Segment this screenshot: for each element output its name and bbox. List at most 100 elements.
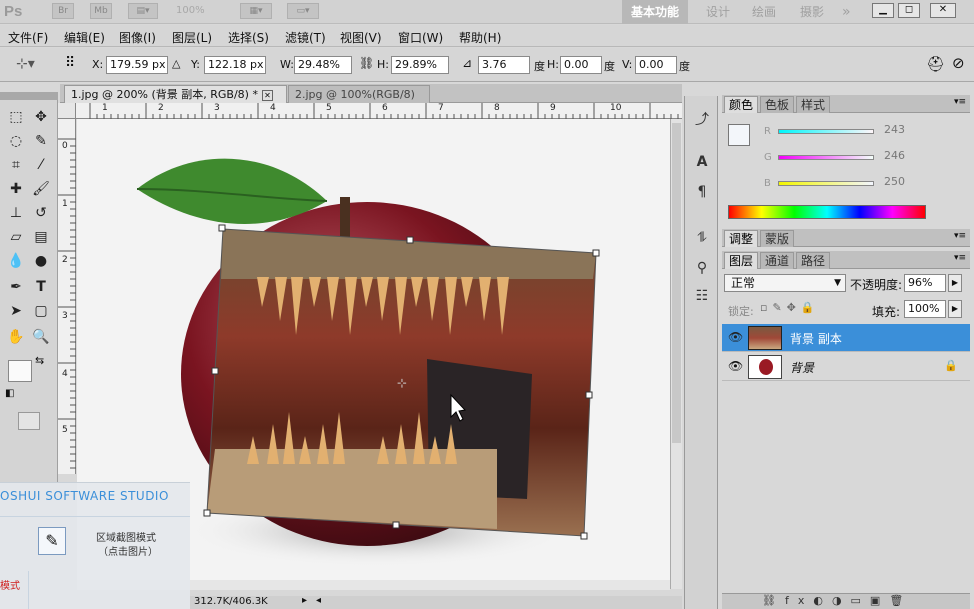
panel-menu-icon[interactable]: ▾≡ <box>954 253 966 263</box>
quick-mask-icon[interactable] <box>18 412 40 430</box>
tab-styles[interactable]: 样式 <box>796 96 831 113</box>
type-tool-icon[interactable]: T <box>30 276 52 298</box>
menu-filter[interactable]: 滤镜(T) <box>285 29 326 46</box>
b-slider[interactable] <box>778 181 874 186</box>
y-input[interactable]: 122.18 px <box>204 56 266 74</box>
menu-view[interactable]: 视图(V) <box>340 29 382 46</box>
character-panel-icon[interactable]: A <box>692 152 712 172</box>
link-icon[interactable]: ⛓ <box>359 56 374 70</box>
g-slider[interactable] <box>778 155 874 160</box>
more-workspaces-icon[interactable]: » <box>842 0 851 24</box>
workspace-painting[interactable]: 绘画 <box>752 0 776 24</box>
close-icon[interactable]: ✕ <box>261 89 273 101</box>
horizontal-ruler[interactable]: 1 2 3 4 5 6 7 8 9 10 <box>76 103 682 119</box>
menu-file[interactable]: 文件(F) <box>8 29 48 46</box>
layer-name[interactable]: 背景 副本 <box>790 330 842 347</box>
tab-layers[interactable]: 图层 <box>724 252 759 269</box>
ruler-origin[interactable] <box>58 103 76 119</box>
eraser-tool-icon[interactable]: ▱ <box>5 226 27 248</box>
crop-tool-icon[interactable]: ⌗ <box>5 154 27 176</box>
gradient-tool-icon[interactable]: ▤ <box>30 226 52 248</box>
opacity-input[interactable]: 96% <box>904 274 946 292</box>
cancel-transform-icon[interactable]: ⊘ <box>952 54 965 72</box>
x-input[interactable]: 179.59 px <box>106 56 168 74</box>
quick-select-tool-icon[interactable]: ✎ <box>30 130 52 152</box>
layer-row-background-copy[interactable]: 👁 背景 副本 <box>722 324 970 352</box>
vskew-input[interactable]: 0.00 <box>635 56 677 74</box>
workspace-photography[interactable]: 摄影 <box>800 0 824 24</box>
region-capture-icon[interactable]: ✎ <box>38 527 66 555</box>
tab-document-2[interactable]: 2.jpg @ 100%(RGB/8)✕ <box>288 85 430 118</box>
lock-icons[interactable]: ▫✎✥🔒 <box>760 301 820 314</box>
opacity-slider-button[interactable]: ▶ <box>948 274 962 292</box>
panel-menu-icon[interactable]: ▾≡ <box>954 97 966 107</box>
transform-tool-icon[interactable]: ⊹▾ <box>16 56 35 72</box>
eye-icon[interactable]: 👁 <box>728 330 743 344</box>
hand-tool-icon[interactable]: ✋ <box>5 326 27 348</box>
vertical-scrollbar[interactable] <box>670 119 682 589</box>
hskew-input[interactable]: 0.00 <box>560 56 602 74</box>
mode-label[interactable]: 模式 <box>0 577 20 592</box>
path-select-tool-icon[interactable]: ➤ <box>5 300 27 322</box>
history-brush-icon[interactable]: ↺ <box>30 202 52 224</box>
menu-image[interactable]: 图像(I) <box>119 29 156 46</box>
screen-mode-icon[interactable]: ▭▾ <box>287 3 319 19</box>
status-menu-icon[interactable]: ▸ <box>302 595 307 606</box>
b-value[interactable]: 250 <box>884 175 905 188</box>
scroll-thumb[interactable] <box>672 123 681 443</box>
panel-menu-icon[interactable]: ▾≡ <box>954 231 966 241</box>
bridge-icon[interactable]: Br <box>52 3 74 19</box>
pen-tool-icon[interactable]: ✒ <box>5 276 27 298</box>
r-slider[interactable] <box>778 129 874 134</box>
view-extras-icon[interactable]: ▤▾ <box>128 3 158 19</box>
blend-mode-select[interactable]: 正常 ▼ <box>724 274 846 292</box>
fill-slider-button[interactable]: ▶ <box>948 300 962 318</box>
tab-channels[interactable]: 通道 <box>760 252 795 269</box>
tab-masks[interactable]: 蒙版 <box>760 230 795 247</box>
angle-input[interactable]: 3.76 <box>478 56 530 74</box>
menu-window[interactable]: 窗口(W) <box>398 29 443 46</box>
swap-colors-icon[interactable]: ⇆ <box>35 354 44 367</box>
menu-edit[interactable]: 编辑(E) <box>64 29 105 46</box>
color-foreground-swatch[interactable] <box>728 124 750 146</box>
layer-name[interactable]: 背景 <box>790 359 814 376</box>
workspace-basic[interactable]: 基本功能 <box>622 0 688 24</box>
move-tool-icon[interactable]: ✥ <box>30 106 52 128</box>
lasso-tool-icon[interactable]: ◌ <box>5 130 27 152</box>
w-input[interactable]: 29.48% <box>294 56 352 74</box>
marquee-tool-icon[interactable]: ⬚ <box>5 106 27 128</box>
transform-center-icon[interactable]: ⊹ <box>397 376 407 390</box>
blur-tool-icon[interactable]: 💧 <box>5 250 27 272</box>
minimize-button[interactable]: ▁ <box>872 3 894 18</box>
close-button[interactable]: ✕ <box>930 3 956 18</box>
tab-adjustments[interactable]: 调整 <box>724 230 759 247</box>
warp-mode-icon[interactable]: ⛑ <box>926 55 945 73</box>
tab-paths[interactable]: 路径 <box>796 252 831 269</box>
dodge-tool-icon[interactable]: ● <box>30 250 52 272</box>
menu-layer[interactable]: 图层(L) <box>172 29 212 46</box>
r-value[interactable]: 243 <box>884 123 905 136</box>
mini-bridge-icon[interactable]: Mb <box>90 3 112 19</box>
restore-button[interactable]: ◻ <box>898 3 920 18</box>
history-panel-icon[interactable]: ⤴ <box>692 110 712 130</box>
g-value[interactable]: 246 <box>884 149 905 162</box>
layer-row-background[interactable]: 👁 背景 🔒 <box>722 353 970 381</box>
tab-document-1[interactable]: 1.jpg @ 200% (背景 副本, RGB/8) * ✕ <box>64 85 287 103</box>
reference-point-icon[interactable]: ⠿ <box>65 55 75 71</box>
brush-presets-icon[interactable]: ⥮ <box>692 228 712 248</box>
vertical-ruler[interactable]: 0 1 2 3 4 5 <box>58 119 76 474</box>
brush-tool-icon[interactable]: 🖌 <box>30 178 52 200</box>
workspace-design[interactable]: 设计 <box>706 0 730 24</box>
color-spectrum[interactable] <box>728 205 926 219</box>
eye-icon[interactable]: 👁 <box>728 359 743 373</box>
arrange-documents-icon[interactable]: ▦▾ <box>240 3 272 19</box>
fill-input[interactable]: 100% <box>904 300 946 318</box>
h-input[interactable]: 29.89% <box>391 56 449 74</box>
foreground-color-swatch[interactable] <box>8 360 32 382</box>
default-colors-icon[interactable]: ◧ <box>5 388 14 399</box>
tab-color[interactable]: 颜色 <box>724 96 759 113</box>
tab-swatches[interactable]: 色板 <box>760 96 795 113</box>
menu-select[interactable]: 选择(S) <box>228 29 269 46</box>
relative-position-icon[interactable]: △ <box>172 57 180 70</box>
zoom-tool-icon[interactable]: 🔍 <box>30 326 52 348</box>
